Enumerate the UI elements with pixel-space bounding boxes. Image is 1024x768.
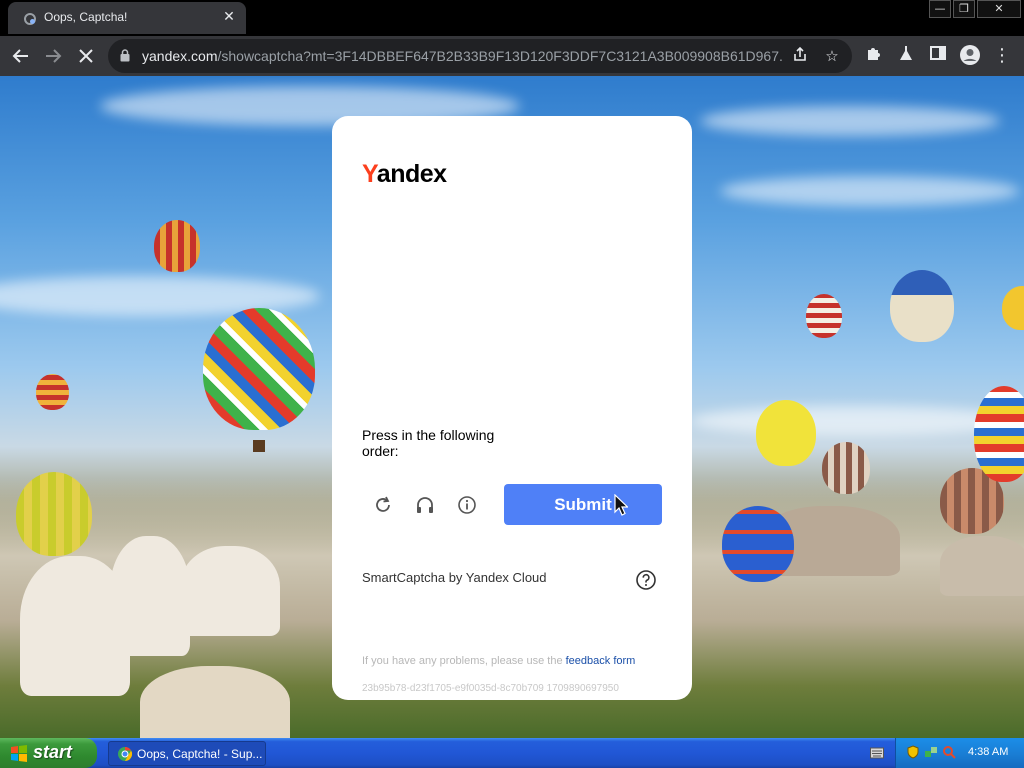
share-icon[interactable]	[790, 46, 810, 66]
system-clock: 4:38 AM	[968, 746, 1009, 758]
start-button[interactable]: start	[0, 738, 97, 768]
browser-tab-strip: Oops, Captcha! ✕ — ❐ ✕	[0, 0, 1024, 36]
labs-flask-icon[interactable]	[894, 44, 918, 68]
extensions-puzzle-icon[interactable]	[862, 44, 886, 68]
chrome-app-icon	[118, 746, 133, 762]
keyboard-icon[interactable]	[870, 747, 884, 759]
smartcaptcha-branding: SmartCaptcha by Yandex Cloud	[362, 570, 547, 585]
taskbar-item-browser[interactable]: Oops, Captcha! - Sup...	[108, 741, 266, 766]
yandex-logo: Yandex	[362, 160, 447, 188]
minimize-window-icon[interactable]: —	[929, 0, 951, 18]
address-bar[interactable]: yandex.com/showcaptcha?mt=3F14DBBEF647B2…	[108, 39, 852, 73]
page-viewport: Yandex Press in the following order: Sub…	[0, 76, 1024, 738]
lock-icon	[120, 49, 130, 62]
submit-button[interactable]: Submit	[504, 484, 662, 525]
request-id: 23b95b78-d23f1705-e9f0035d-8c70b709 1709…	[362, 683, 619, 694]
tab-close-icon[interactable]: ✕	[220, 8, 238, 26]
loading-favicon-icon	[24, 13, 36, 25]
stop-loading-icon[interactable]	[74, 44, 98, 68]
network-icon[interactable]	[924, 745, 938, 759]
browser-tab[interactable]: Oops, Captcha! ✕	[8, 2, 246, 34]
forward-arrow-icon[interactable]	[41, 44, 65, 68]
system-tray: 4:38 AM	[895, 738, 1024, 768]
close-window-icon[interactable]: ✕	[977, 0, 1021, 18]
captcha-card: Yandex Press in the following order: Sub…	[332, 116, 692, 700]
url-text: yandex.com/showcaptcha?mt=3F14DBBEF647B2…	[142, 48, 782, 64]
refresh-icon[interactable]	[372, 494, 394, 516]
security-shield-icon[interactable]	[906, 745, 920, 759]
browser-toolbar: yandex.com/showcaptcha?mt=3F14DBBEF647B2…	[0, 36, 1024, 76]
mouse-cursor-icon	[614, 494, 628, 516]
side-panel-icon[interactable]	[926, 44, 950, 68]
search-magnifier-icon[interactable]	[942, 745, 956, 759]
captcha-instruction: Press in the following order:	[362, 427, 495, 459]
help-question-icon[interactable]	[635, 569, 657, 591]
bookmark-star-icon[interactable]: ☆	[822, 46, 842, 66]
restore-window-icon[interactable]: ❐	[953, 0, 975, 18]
url-domain: yandex.com	[142, 48, 218, 64]
url-path: /showcaptcha?mt=3F14DBBEF647B2B33B9F13D1…	[217, 48, 782, 64]
menu-kebab-icon[interactable]: ⋮	[990, 44, 1014, 68]
feedback-form-link[interactable]: feedback form	[566, 655, 636, 667]
back-arrow-icon[interactable]	[9, 44, 33, 68]
captcha-image-area[interactable]	[362, 206, 662, 416]
problems-notice: If you have any problems, please use the…	[362, 655, 636, 667]
tab-title: Oops, Captcha!	[44, 10, 128, 24]
info-icon[interactable]	[456, 494, 478, 516]
taskbar: start Oops, Captcha! - Sup... 4:38 AM	[0, 738, 1024, 768]
windows-flag-icon	[11, 745, 27, 762]
audio-headphones-icon[interactable]	[414, 494, 436, 516]
profile-avatar-icon[interactable]	[958, 44, 982, 68]
